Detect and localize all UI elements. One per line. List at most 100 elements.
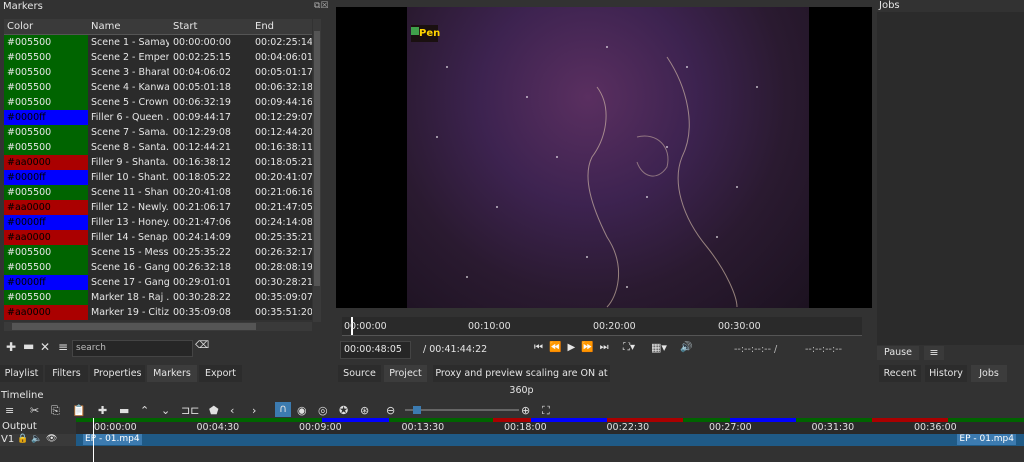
- current-time-field[interactable]: 00:00:48:05: [340, 341, 411, 359]
- jobs-menu-icon[interactable]: ≡: [924, 346, 944, 360]
- table-row[interactable]: #005500 Scene 5 - Crown... 00:06:32:19 00:0…: [4, 95, 312, 110]
- table-row[interactable]: #aa0000 Marker 19 - Citiz... 00:35:09:08 00…: [4, 305, 312, 320]
- vscroll-thumb[interactable]: [314, 31, 320, 286]
- marker-icon[interactable]: ⬟: [209, 404, 219, 417]
- table-row[interactable]: #005500 Scene 16 - Gang... 00:26:32:18 00:2…: [4, 260, 312, 275]
- next-marker-icon[interactable]: ›: [252, 404, 256, 417]
- timeline-marker-segment[interactable]: [872, 418, 892, 422]
- zoom-in-icon[interactable]: ⊕: [521, 404, 530, 417]
- zoom-slider-handle[interactable]: [413, 406, 421, 414]
- clear-search-icon[interactable]: ⌫: [195, 340, 209, 351]
- tab-export[interactable]: Export: [199, 365, 242, 382]
- table-row[interactable]: #aa0000 Filler 9 - Shanta... 00:16:38:12 00…: [4, 155, 312, 170]
- ripple-all-icon[interactable]: ✪: [339, 404, 348, 417]
- fast-forward-icon[interactable]: ⏩: [581, 342, 599, 353]
- marker-color-cell[interactable]: #005500: [4, 50, 88, 65]
- play-icon[interactable]: ▶: [567, 342, 581, 353]
- timeline-playhead[interactable]: [93, 418, 94, 462]
- marker-color-cell[interactable]: #005500: [4, 65, 88, 80]
- table-row[interactable]: #005500 Scene 3 - Bharat... 00:04:06:02 00:…: [4, 65, 312, 80]
- float-close-icons[interactable]: ⧉☒: [314, 1, 329, 11]
- markers-table[interactable]: Color Name Start End #005500 Scene 1 - Sa…: [4, 19, 312, 320]
- rewind-icon[interactable]: ⏪: [549, 342, 567, 353]
- table-row[interactable]: #005500 Marker 18 - Raj ... 00:30:28:22 00:…: [4, 290, 312, 305]
- add-marker-icon[interactable]: ✚: [6, 340, 16, 354]
- tab-source[interactable]: Source: [338, 365, 381, 382]
- overwrite-icon[interactable]: ⌄: [161, 404, 170, 417]
- marker-color-cell[interactable]: #005500: [4, 245, 88, 260]
- marker-color-cell[interactable]: #005500: [4, 185, 88, 200]
- skip-next-icon[interactable]: ⏭: [600, 342, 615, 353]
- ripple-icon[interactable]: ◎: [318, 404, 328, 417]
- tab-history[interactable]: History: [925, 365, 967, 382]
- volume-icon[interactable]: 🔊: [680, 342, 692, 353]
- marker-color-cell[interactable]: #aa0000: [4, 200, 88, 215]
- table-row[interactable]: #005500 Scene 8 - Santa... 00:12:44:21 00:1…: [4, 140, 312, 155]
- prev-marker-icon[interactable]: ‹: [230, 404, 234, 417]
- append-icon[interactable]: ✚: [98, 404, 107, 417]
- jobs-list[interactable]: [877, 12, 1024, 345]
- table-row[interactable]: #aa0000 Filler 12 - Newly... 00:21:06:17 00…: [4, 200, 312, 215]
- tab-markers[interactable]: Markers: [147, 365, 197, 382]
- marker-color-cell[interactable]: #aa0000: [4, 305, 88, 320]
- mute-icon[interactable]: 🔈: [31, 434, 42, 444]
- table-row[interactable]: #005500 Scene 15 - Mess... 00:25:35:22 00:2…: [4, 245, 312, 260]
- snap-icon[interactable]: ∩: [275, 402, 291, 417]
- ripple-markers-icon[interactable]: ⊛: [360, 404, 369, 417]
- marker-color-cell[interactable]: #005500: [4, 260, 88, 275]
- zoom-slider[interactable]: [405, 406, 519, 414]
- col-start[interactable]: Start: [173, 21, 197, 32]
- copy-icon[interactable]: ⎘: [51, 404, 60, 418]
- paste-icon[interactable]: 📋: [72, 404, 86, 417]
- hscroll-thumb[interactable]: [12, 323, 256, 330]
- marker-color-cell[interactable]: #005500: [4, 125, 88, 140]
- marker-color-cell[interactable]: #005500: [4, 35, 88, 50]
- tab-filters[interactable]: Filters: [45, 365, 88, 382]
- marker-color-cell[interactable]: #aa0000: [4, 155, 88, 170]
- search-input[interactable]: search: [72, 340, 193, 357]
- marker-color-cell[interactable]: #005500: [4, 95, 88, 110]
- table-row[interactable]: #005500 Scene 11 - Shan... 00:20:41:08 00:2…: [4, 185, 312, 200]
- col-color[interactable]: Color: [7, 21, 33, 32]
- table-row[interactable]: #0000ff Scene 17 - Gang... 00:29:01:01 00:3…: [4, 275, 312, 290]
- zoom-fit-timeline-icon[interactable]: ⛶: [542, 404, 550, 418]
- skip-previous-icon[interactable]: ⏮: [534, 342, 549, 353]
- timeline-marker-segment[interactable]: [948, 418, 1024, 422]
- visibility-icon[interactable]: 👁: [46, 434, 57, 444]
- table-row[interactable]: #005500 Scene 2 - Emper... 00:02:25:15 00:0…: [4, 50, 312, 65]
- table-row[interactable]: #005500 Scene 1 - Samay 00:00:00:00 00:02:2…: [4, 35, 312, 50]
- table-row[interactable]: #0000ff Filler 13 - Honey... 00:21:47:06 00…: [4, 215, 312, 230]
- tab-recent[interactable]: Recent: [879, 365, 921, 382]
- video-player[interactable]: Pen: [336, 7, 872, 308]
- remove-marker-icon[interactable]: ▬: [23, 339, 34, 353]
- marker-color-cell[interactable]: #0000ff: [4, 215, 88, 230]
- marker-color-cell[interactable]: #005500: [4, 140, 88, 155]
- scrub-icon[interactable]: ◉: [297, 404, 307, 417]
- table-row[interactable]: #005500 Scene 4 - Kanwa... 00:05:01:18 00:0…: [4, 80, 312, 95]
- lift-icon[interactable]: ⌃: [140, 404, 149, 417]
- marker-color-cell[interactable]: #0000ff: [4, 110, 88, 125]
- video-track[interactable]: EP - 01.mp4 EP - 01.mp4: [76, 434, 1024, 446]
- track-header-v1[interactable]: V1 🔒 🔈 👁: [0, 434, 76, 446]
- table-row[interactable]: #0000ff Filler 6 - Queen ... 00:09:44:17 00…: [4, 110, 312, 125]
- marker-color-cell[interactable]: #0000ff: [4, 170, 88, 185]
- remove-icon[interactable]: ▬: [119, 404, 129, 417]
- marker-color-cell[interactable]: #005500: [4, 290, 88, 305]
- zoom-fit-icon[interactable]: ⛶▾: [623, 342, 635, 353]
- tab-properties[interactable]: Properties: [90, 365, 145, 382]
- clear-markers-icon[interactable]: ✕: [40, 340, 50, 354]
- cut-icon[interactable]: ✂: [30, 404, 39, 417]
- grid-icon[interactable]: ▦▾: [651, 341, 667, 354]
- col-end[interactable]: End: [255, 21, 274, 32]
- timeline-menu-icon[interactable]: ≡: [5, 404, 14, 417]
- marker-color-cell[interactable]: #aa0000: [4, 230, 88, 245]
- markers-hscrollbar[interactable]: [4, 322, 312, 331]
- menu-icon[interactable]: ≡: [58, 340, 68, 354]
- tab-project[interactable]: Project: [384, 365, 427, 382]
- table-row[interactable]: #aa0000 Filler 14 - Senap... 00:24:14:09 00…: [4, 230, 312, 245]
- player-ruler[interactable]: 00:00:00 00:10:00 00:20:00 00:30:00: [342, 317, 862, 336]
- lock-icon[interactable]: 🔒: [17, 434, 28, 444]
- col-name[interactable]: Name: [91, 21, 121, 32]
- table-row[interactable]: #0000ff Filler 10 - Shant... 00:18:05:22 00…: [4, 170, 312, 185]
- zoom-out-icon[interactable]: ⊖: [386, 404, 395, 417]
